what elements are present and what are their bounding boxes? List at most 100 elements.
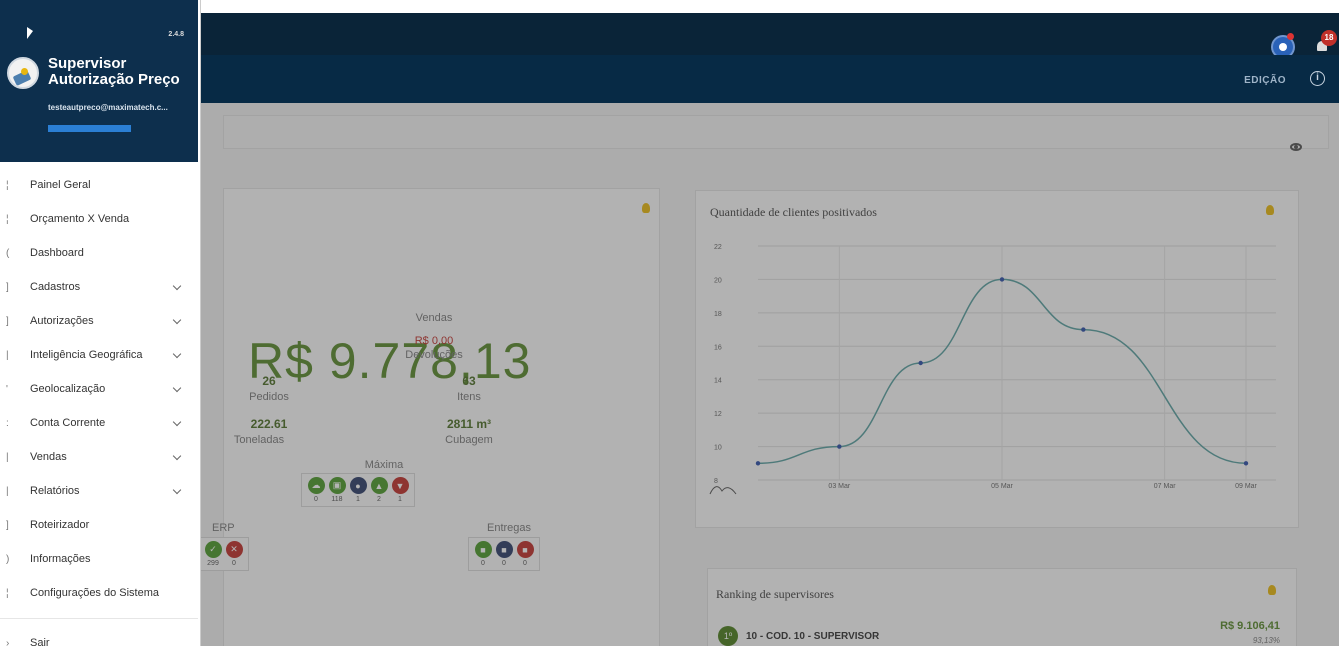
maxima-label: Máxima: [364, 459, 404, 471]
y-tick-label: 22: [714, 244, 722, 251]
thumbs-up-icon: ▲: [370, 477, 388, 494]
sidebar-item-roteirizador[interactable]: ] Roteirizador: [0, 508, 198, 542]
sidebar-header: 2.4.8 Supervisor Autorização Preço teste…: [0, 0, 198, 162]
lightbulb-icon[interactable]: [642, 203, 650, 213]
y-tick-label: 12: [714, 411, 722, 418]
volume-value: 2811 m³: [446, 417, 492, 431]
sales-summary-card: R$ 9.778,13 Vendas R$ 0,00 Devoluções 26…: [198, 188, 660, 646]
y-tick-label: 10: [714, 445, 722, 452]
main-content: R$ 9.778,13 Vendas R$ 0,00 Devoluções 26…: [198, 103, 1339, 646]
returns-value: R$ 0,00: [414, 335, 454, 347]
sidebar-item-inteligencia-geografica[interactable]: | Inteligência Geográfica: [0, 338, 198, 372]
tons-value: 222.61: [250, 417, 288, 431]
supervisor-ranking-card: Ranking de supervisores 1º 10 - COD. 10 …: [707, 568, 1297, 646]
x-tick-label: 03 Mar: [828, 483, 850, 490]
positivated-clients-chart-card: Quantidade de clientes positivados 8 10 12…: [695, 190, 1299, 528]
sidebar-item-informacoes[interactable]: ) Informações: [0, 542, 198, 576]
items-value: 63: [462, 374, 476, 388]
delivery-status-group: ■ 0 ■ 0 ■ 0: [468, 537, 540, 571]
x-tick-label: 07 Mar: [1154, 483, 1176, 490]
lock-icon: ▣: [328, 477, 346, 494]
returns-label: Devoluções: [405, 349, 463, 361]
orders-value: 26: [262, 374, 276, 388]
chevron-down-icon: [172, 451, 182, 461]
sidebar-item-conta-corrente[interactable]: : Conta Corrente: [0, 406, 198, 440]
close-icon: ✕: [225, 541, 243, 558]
y-tick-label: 14: [714, 378, 722, 385]
cursor-icon: [27, 27, 33, 39]
items-label: Itens: [457, 391, 481, 403]
chevron-down-icon: [172, 349, 182, 359]
truck-icon: ■: [474, 541, 492, 558]
sidebar-item-geolocalizacao[interactable]: ' Geolocalização: [0, 372, 198, 406]
sidebar-item-autorizacoes[interactable]: ] Autorizações: [0, 304, 198, 338]
sidebar-item-vendas[interactable]: | Vendas: [0, 440, 198, 474]
sidebar-item-relatorios[interactable]: | Relatórios: [0, 474, 198, 508]
rank-percent: 93,13%: [1252, 636, 1280, 645]
rank-position-badge: 1º: [718, 626, 738, 646]
y-tick-label: 16: [714, 344, 722, 351]
truck-icon: ■: [516, 541, 534, 558]
rank-supervisor-name[interactable]: 10 - COD. 10 - SUPERVISOR: [746, 631, 879, 642]
sales-label: Vendas: [415, 312, 453, 324]
rank-value: R$ 9.106,41: [1220, 620, 1280, 632]
data-point: [1243, 461, 1249, 466]
delivery-status-3[interactable]: ■ 0: [516, 541, 534, 567]
truck-icon: ■: [495, 541, 513, 558]
user-email: testeautpreco@maximatech.c...: [48, 103, 168, 112]
erp-status-group: ✓ 299 ✕ 0: [198, 537, 249, 571]
sidebar-item-orcamento-venda[interactable]: ¦ Orçamento X Venda: [0, 202, 198, 236]
status-chat[interactable]: ● 1: [349, 477, 367, 503]
cloud-icon: ☁: [307, 477, 325, 494]
y-tick-label: 8: [714, 478, 718, 485]
sidebar-menu: ¦ Painel Geral ¦ Orçamento X Venda (Dashbo…: [0, 168, 198, 610]
sidebar-item-painel-geral[interactable]: ¦ Painel Geral: [0, 168, 198, 202]
data-point: [837, 444, 842, 449]
sidebar-item-sair[interactable]: › Sair: [0, 626, 198, 646]
status-thumbs-up[interactable]: ▲ 2: [370, 477, 388, 503]
x-tick-label: 09 Mar: [1235, 483, 1257, 490]
edit-button[interactable]: EDIÇÃO: [1244, 75, 1286, 86]
x-tick-label: 05 Mar: [991, 483, 1013, 490]
chevron-down-icon: [172, 315, 182, 325]
data-point: [918, 360, 923, 366]
chevron-down-icon: [172, 383, 182, 393]
sidebar-item-dashboard[interactable]: (Dashboard: [0, 236, 198, 270]
volume-label: Cubagem: [445, 434, 493, 446]
orders-label: Pedidos: [249, 391, 289, 403]
sidebar-item-cadastros[interactable]: ] Cadastros: [0, 270, 198, 304]
line-chart: 8 10 12 14 16 18 20 22 03 Mar 05 Mar 07 Mar 09 Mar: [709, 244, 1276, 495]
sidebar-item-configuracoes[interactable]: ¦ Configurações do Sistema: [0, 576, 198, 610]
profile-progress-bar: [48, 125, 131, 132]
info-icon[interactable]: i: [1310, 71, 1325, 86]
thumbs-down-icon: ▼: [391, 477, 409, 494]
sidebar-divider: [0, 618, 198, 619]
erp-rejected[interactable]: ✕ 0: [225, 541, 243, 567]
check-icon: ✓: [204, 541, 222, 558]
lightbulb-icon[interactable]: [1268, 585, 1276, 595]
data-point: [999, 277, 1005, 282]
chat-icon: ●: [349, 477, 367, 494]
delivery-label: Entregas: [486, 522, 532, 534]
tons-label: Toneladas: [233, 434, 285, 446]
status-dot: [1287, 33, 1294, 40]
eye-icon[interactable]: [1290, 143, 1302, 151]
chevron-down-icon: [172, 417, 182, 427]
ranking-title: Ranking de supervisores: [716, 587, 834, 601]
delivery-status-2[interactable]: ■ 0: [495, 541, 513, 567]
y-tick-label: 20: [714, 277, 722, 284]
status-thumbs-down[interactable]: ▼ 1: [391, 477, 409, 503]
erp-approved[interactable]: ✓ 299: [204, 541, 222, 567]
user-role-title: Supervisor Autorização Preço: [48, 55, 180, 88]
filter-bar: [223, 115, 1329, 151]
y-tick-label: 18: [714, 311, 722, 318]
erp-label: ERP: [212, 522, 235, 534]
maxima-status-group: ☁ 0 ▣ 118 ● 1 ▲ 2 ▼ 1: [301, 473, 415, 507]
delivery-status-1[interactable]: ■ 0: [474, 541, 492, 567]
status-lock[interactable]: ▣ 118: [328, 477, 346, 503]
notification-badge: 18: [1321, 30, 1337, 46]
app-version: 2.4.8: [168, 31, 184, 38]
app-logo-icon: [7, 57, 39, 89]
data-point: [755, 461, 761, 466]
status-cloud[interactable]: ☁ 0: [307, 477, 325, 503]
